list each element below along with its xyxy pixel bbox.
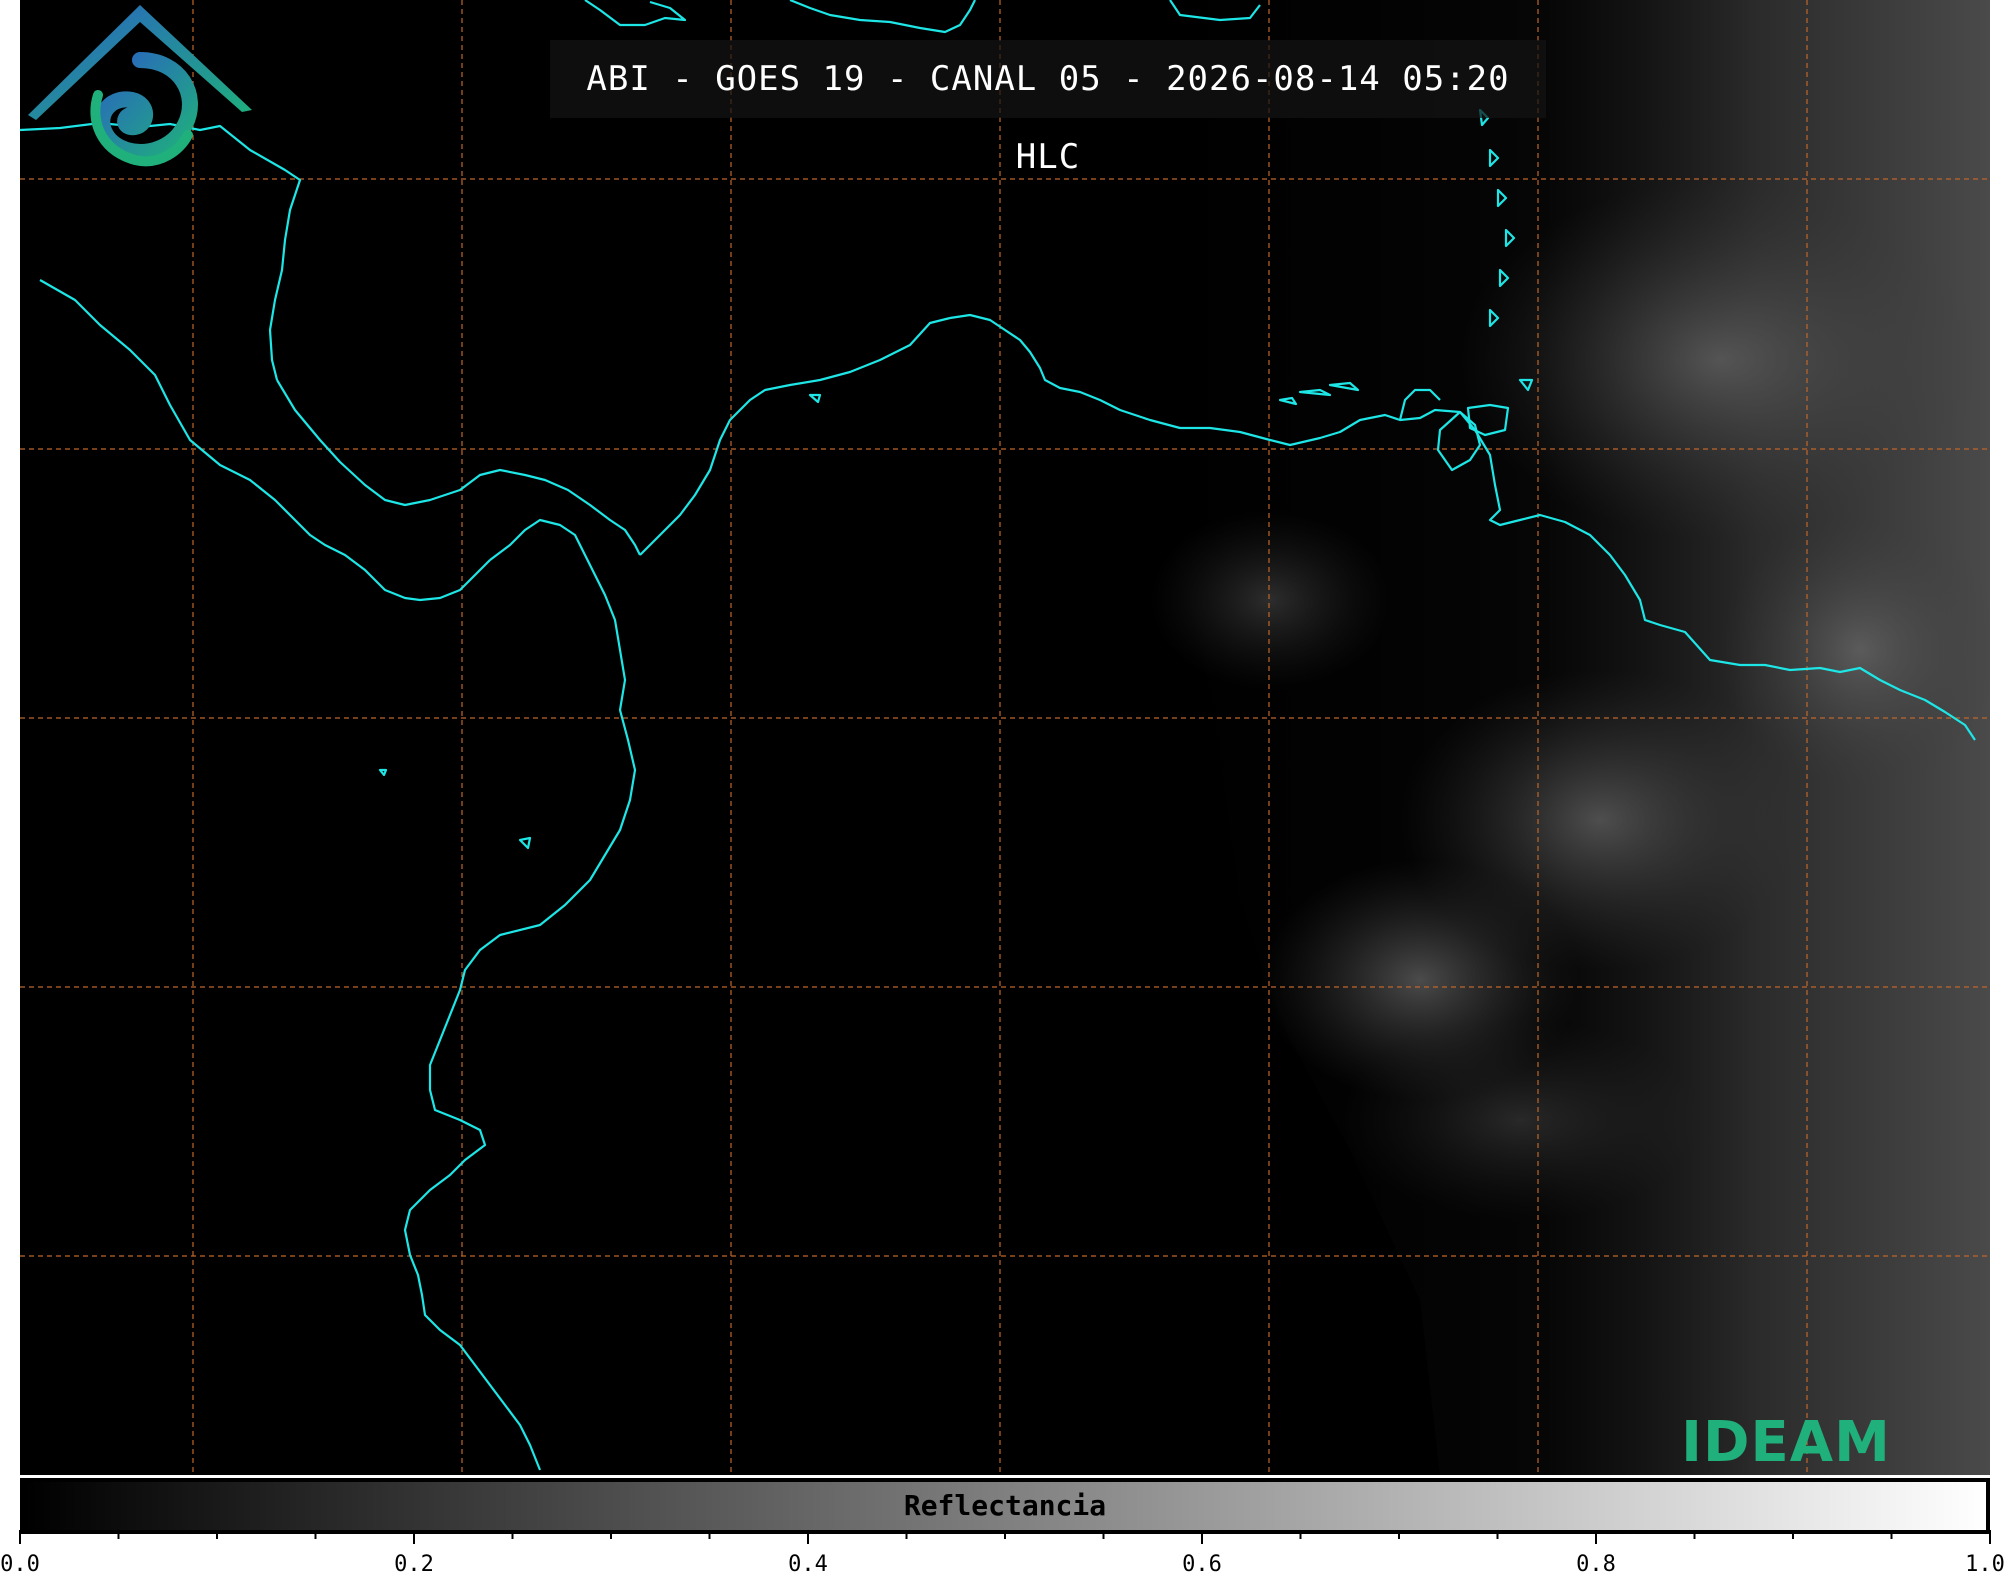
colorbar-label: Reflectancia [903, 1489, 1107, 1522]
coastline-island-cuba [584, 0, 687, 27]
ideam-logo-icon [28, 5, 252, 167]
coastline-panama-north [639, 316, 951, 556]
image-title: ABI - GOES 19 - CANAL 05 - 2026-08-14 05… [586, 59, 1510, 177]
coastline-island-malpelo [378, 768, 388, 777]
colorbar-tick-label: 0.2 [394, 1552, 434, 1577]
colorbar-tick-label: 0.6 [1182, 1552, 1222, 1577]
satellite-image: ABI - GOES 19 - CANAL 05 - 2026-08-14 05… [20, 0, 1990, 1475]
colorbar-tick-label: 0.0 [0, 1552, 40, 1577]
coastline-pacific-central-america [39, 279, 491, 602]
colorbar-ticks [19, 1530, 1991, 1544]
satellite-canvas [20, 0, 1990, 1475]
daylight-region [1060, 0, 1990, 1475]
coastline-pacific-colombia [403, 518, 637, 1471]
colorbar: Reflectancia [20, 1478, 1990, 1534]
coastline-island-san-andres [808, 393, 822, 404]
ideam-logo-text: IDEAM [1681, 1410, 1891, 1475]
coastline-central-america-caribbean [276, 379, 641, 556]
colorbar-tick-label: 0.8 [1576, 1552, 1616, 1577]
colorbar-tick-label: 1.0 [1965, 1552, 2005, 1577]
colorbar-tick-label: 0.4 [788, 1552, 828, 1577]
coastline-island-jamaica [789, 0, 976, 34]
coastline-island-gorgona [518, 836, 532, 850]
